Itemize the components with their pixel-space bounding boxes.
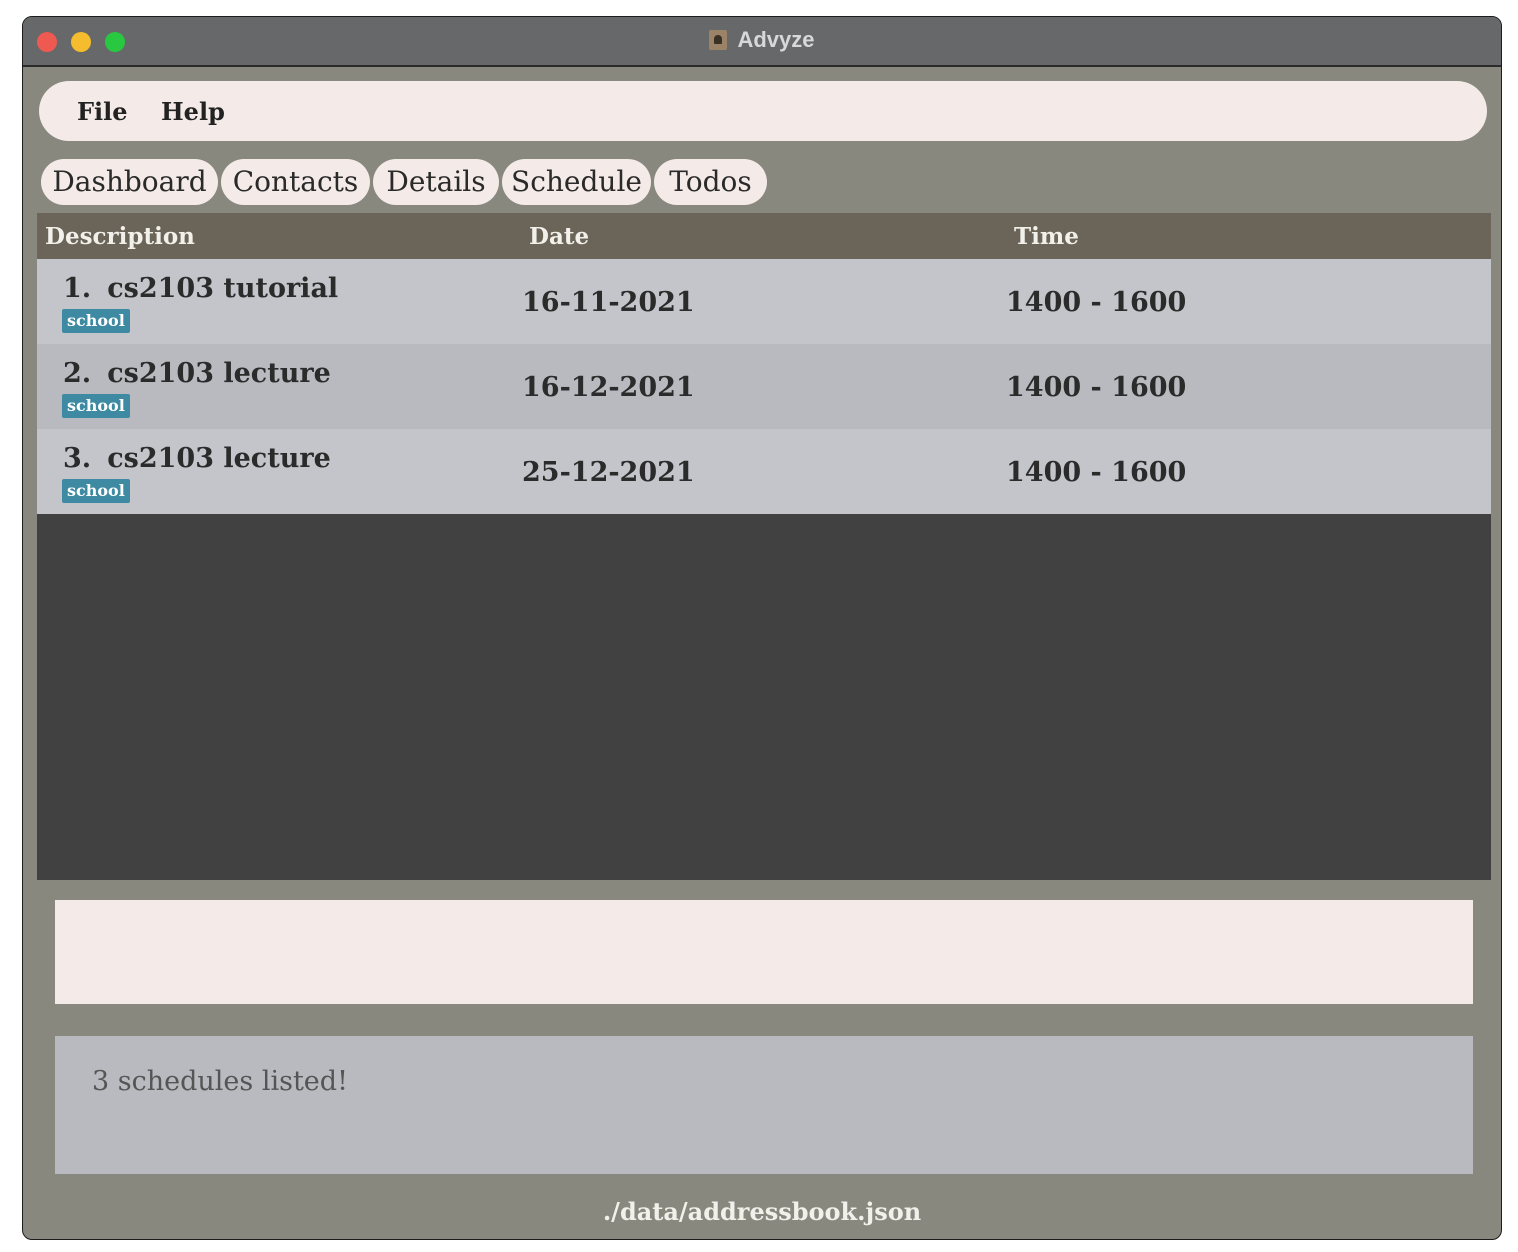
- table-row[interactable]: 2. cs2103 lecture school 16-12-2021 1400 …: [37, 344, 1491, 429]
- status-bar-path: ./data/addressbook.json: [602, 1197, 922, 1226]
- tab-dashboard[interactable]: Dashboard: [41, 159, 218, 205]
- table-header: Description Date Time: [37, 213, 1491, 259]
- row-description: 1. cs2103 tutorial: [63, 273, 338, 304]
- window-title: Advyze: [737, 27, 815, 52]
- result-message: 3 schedules listed!: [92, 1066, 348, 1097]
- row-description-text: cs2103 tutorial: [107, 273, 339, 304]
- table-row[interactable]: 1. cs2103 tutorial school 16-11-2021 1400…: [37, 259, 1491, 344]
- row-index: 3.: [63, 443, 92, 474]
- tab-contacts[interactable]: Contacts: [221, 159, 370, 205]
- app-window: Advyze File Help Dashboard Contacts Deta…: [22, 16, 1502, 1240]
- schedule-table: Description Date Time 1. cs2103 tutorial …: [37, 213, 1491, 880]
- row-time: 1400 - 1600: [1006, 287, 1187, 318]
- row-index: 1.: [63, 273, 92, 304]
- row-date: 16-11-2021: [522, 287, 695, 318]
- row-description-text: cs2103 lecture: [107, 358, 331, 389]
- menu-file[interactable]: File: [77, 97, 128, 126]
- row-time: 1400 - 1600: [1006, 457, 1187, 488]
- result-display: 3 schedules listed!: [55, 1036, 1473, 1174]
- column-header-date[interactable]: Date: [529, 223, 589, 250]
- menu-help[interactable]: Help: [161, 97, 225, 126]
- table-row[interactable]: 3. cs2103 lecture school 25-12-2021 1400 …: [37, 429, 1491, 514]
- menu-bar: File Help: [39, 81, 1487, 141]
- row-index: 2.: [63, 358, 92, 389]
- tag-badge: school: [62, 309, 130, 333]
- row-description: 3. cs2103 lecture: [63, 443, 331, 474]
- tag-badge: school: [62, 394, 130, 418]
- app-icon: [709, 30, 728, 50]
- column-header-time[interactable]: Time: [1014, 223, 1079, 250]
- row-description-text: cs2103 lecture: [107, 443, 331, 474]
- command-input[interactable]: [55, 900, 1473, 1004]
- tab-details[interactable]: Details: [373, 159, 499, 205]
- tab-schedule[interactable]: Schedule: [502, 159, 651, 205]
- title-bar: Advyze: [23, 17, 1501, 67]
- row-description: 2. cs2103 lecture: [63, 358, 331, 389]
- row-time: 1400 - 1600: [1006, 372, 1187, 403]
- tag-badge: school: [62, 479, 130, 503]
- row-date: 16-12-2021: [522, 372, 695, 403]
- row-date: 25-12-2021: [522, 457, 695, 488]
- tab-todos[interactable]: Todos: [654, 159, 767, 205]
- column-header-description[interactable]: Description: [45, 223, 195, 250]
- window-title-container: Advyze: [23, 27, 1501, 53]
